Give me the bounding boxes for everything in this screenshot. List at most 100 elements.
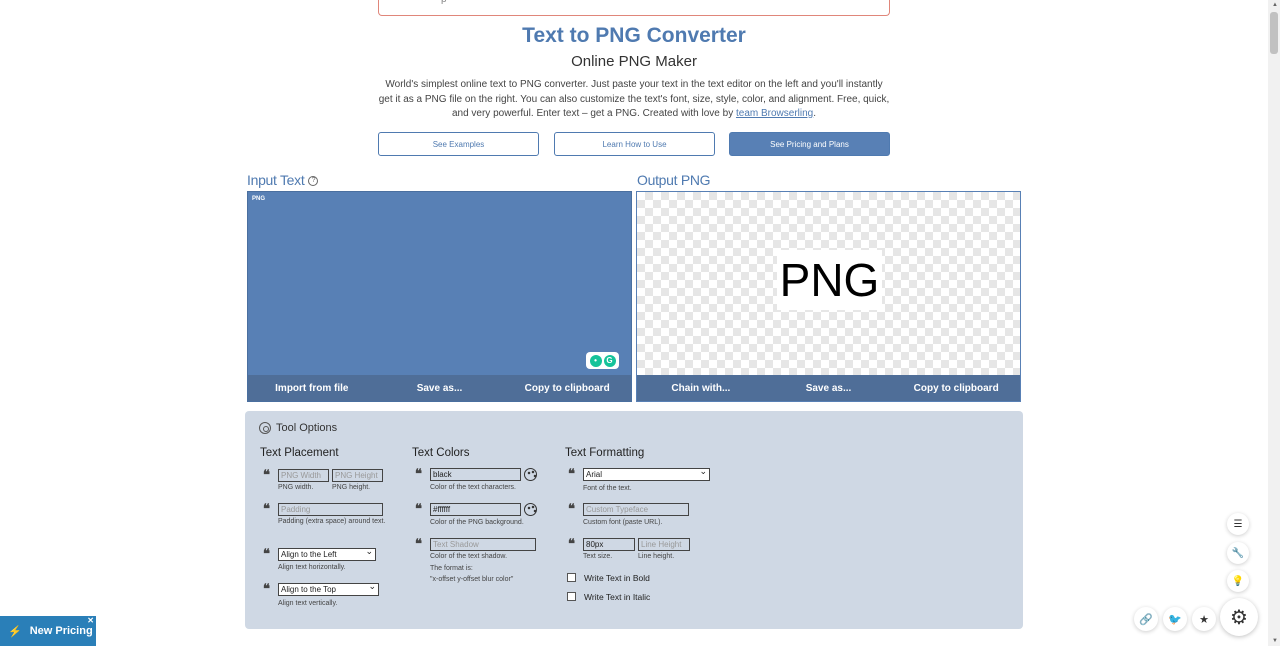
custom-font-option: ❝ Custom Typeface Custom font (paste URL…: [568, 503, 718, 529]
custom-typeface-input[interactable]: Custom Typeface: [583, 503, 689, 516]
bold-label: Write Text in Bold: [584, 573, 650, 583]
quote-icon: ❝: [263, 547, 270, 562]
font-select[interactable]: Arial: [583, 468, 710, 481]
settings-gear-icon[interactable]: ⚙: [1220, 598, 1258, 636]
size-option: ❝ PNG Width PNG Height PNG width. PNG he…: [263, 469, 393, 495]
text-colors-title: Text Colors: [412, 447, 470, 459]
text-formatting-title: Text Formatting: [565, 447, 645, 459]
text-color-input[interactable]: black: [430, 468, 521, 481]
import-from-file-button[interactable]: Import from file: [248, 383, 376, 394]
page-subtitle: Online PNG Maker: [571, 53, 697, 70]
quote-icon: ❝: [263, 468, 270, 483]
input-text-editor[interactable]: PNG • G Import from file Save as... Copy…: [247, 191, 632, 402]
input-action-bar: Import from file Save as... Copy to clip…: [248, 375, 631, 401]
bold-checkbox[interactable]: [567, 573, 576, 582]
twitter-icon[interactable]: 🐦: [1163, 607, 1187, 631]
output-heading: Output PNG: [637, 172, 711, 188]
size-lineheight-option: ❝ 80px Line Height Text size. Line heigh…: [568, 538, 718, 564]
new-pricing-banner[interactable]: ⚡ New Pricing ✕: [0, 616, 96, 646]
quote-icon: ❝: [568, 467, 575, 482]
grammarly-g-icon: G: [603, 354, 616, 367]
font-option: ❝ Arial Font of the text.: [568, 468, 718, 494]
input-text-content[interactable]: PNG: [252, 196, 265, 202]
grammarly-widget[interactable]: • G: [586, 352, 619, 369]
padding-input[interactable]: Padding: [278, 503, 383, 516]
padding-option: ❝ Padding Padding (extra space) around t…: [263, 503, 393, 543]
star-icon[interactable]: ★: [1192, 607, 1216, 631]
lineheight-hint: Line height.: [638, 553, 675, 560]
wrench-icon[interactable]: 🔧: [1227, 542, 1249, 564]
size-hint: Text size.: [583, 553, 613, 560]
shadow-hint: Color of the text shadow.: [430, 553, 508, 560]
output-save-as-button[interactable]: Save as...: [765, 383, 893, 394]
new-pricing-label: New Pricing: [29, 625, 93, 637]
palette-icon[interactable]: [524, 468, 537, 481]
list-icon[interactable]: ☰: [1227, 513, 1249, 535]
see-pricing-button[interactable]: See Pricing and Plans: [729, 132, 890, 156]
png-width-input[interactable]: PNG Width: [278, 469, 329, 482]
halign-select[interactable]: Align to the Left: [278, 548, 376, 561]
scroll-down-icon[interactable]: ▼: [1272, 638, 1278, 644]
height-hint: PNG height.: [332, 484, 371, 491]
scroll-thumb[interactable]: [1270, 12, 1278, 54]
italic-checkbox[interactable]: [567, 592, 576, 601]
text-shadow-input[interactable]: Text Shadow: [430, 538, 536, 551]
valign-select[interactable]: Align to the Top: [278, 583, 379, 596]
padding-hint: Padding (extra space) around text.: [278, 518, 386, 525]
close-icon[interactable]: ✕: [87, 616, 94, 625]
gear-icon: [259, 422, 271, 434]
action-buttons: See Examples Learn How to Use See Pricin…: [378, 132, 890, 156]
top-banner: p: [378, 0, 890, 16]
bg-color-input[interactable]: #ffffff: [430, 503, 521, 516]
text-placement-title: Text Placement: [260, 447, 339, 459]
halign-option: ❝ Align to the Left Align text horizonta…: [263, 548, 393, 574]
help-icon[interactable]: ?: [308, 176, 319, 187]
see-examples-button[interactable]: See Examples: [378, 132, 539, 156]
png-height-input[interactable]: PNG Height: [332, 469, 383, 482]
quote-icon: ❝: [263, 582, 270, 597]
bg-color-hint: Color of the PNG background.: [430, 519, 524, 526]
font-hint: Font of the text.: [583, 485, 632, 492]
bg-color-option: ❝ #ffffff Color of the PNG background.: [415, 503, 545, 529]
quote-icon: ❝: [263, 502, 270, 517]
valign-option: ❝ Align to the Top Align text vertically…: [263, 583, 393, 609]
quote-icon: ❝: [415, 537, 422, 552]
team-browserling-link[interactable]: team Browserling: [736, 108, 813, 119]
shadow-option: ❝ Text Shadow Color of the text shadow. …: [415, 538, 545, 588]
text-size-input[interactable]: 80px: [583, 538, 635, 551]
chain-with-button[interactable]: Chain with...: [637, 383, 765, 394]
tool-options-panel: Tool Options Text Placement ❝ PNG Width …: [245, 411, 1023, 629]
text-color-option: ❝ black Color of the text characters.: [415, 468, 545, 494]
quote-icon: ❝: [415, 467, 422, 482]
input-save-as-button[interactable]: Save as...: [376, 383, 504, 394]
custom-font-hint: Custom font (paste URL).: [583, 519, 663, 526]
shadow-format-example: "x-offset y-offset blur color": [430, 576, 514, 583]
input-copy-button[interactable]: Copy to clipboard: [503, 383, 631, 394]
grammarly-bulb-icon: •: [589, 354, 602, 367]
width-hint: PNG width.: [278, 484, 314, 491]
lightning-icon: ⚡: [8, 625, 22, 638]
output-action-bar: Chain with... Save as... Copy to clipboa…: [637, 375, 1020, 401]
banner-text: p: [441, 0, 447, 5]
input-heading: Input Text?: [247, 172, 319, 188]
tool-options-heading: Tool Options: [259, 422, 337, 434]
page-description: World's simplest online text to PNG conv…: [378, 79, 890, 119]
page-scrollbar[interactable]: ▲ ▼: [1268, 0, 1280, 646]
learn-how-button[interactable]: Learn How to Use: [554, 132, 715, 156]
lightbulb-icon[interactable]: 💡: [1227, 570, 1249, 592]
scroll-up-icon[interactable]: ▲: [1272, 2, 1278, 8]
shadow-format-hint: The format is:: [430, 565, 473, 572]
quote-icon: ❝: [415, 502, 422, 517]
output-png-panel: PNG Chain with... Save as... Copy to cli…: [636, 191, 1021, 402]
palette-icon[interactable]: [524, 503, 537, 516]
line-height-input[interactable]: Line Height: [638, 538, 690, 551]
quote-icon: ❝: [568, 502, 575, 517]
italic-label: Write Text in Italic: [584, 592, 651, 602]
output-copy-button[interactable]: Copy to clipboard: [892, 383, 1020, 394]
text-color-hint: Color of the text characters.: [430, 484, 516, 491]
valign-hint: Align text vertically.: [278, 600, 338, 607]
png-preview: PNG: [777, 250, 882, 310]
quote-icon: ❝: [568, 537, 575, 552]
page-title: Text to PNG Converter: [522, 24, 746, 47]
link-icon[interactable]: 🔗: [1134, 607, 1158, 631]
